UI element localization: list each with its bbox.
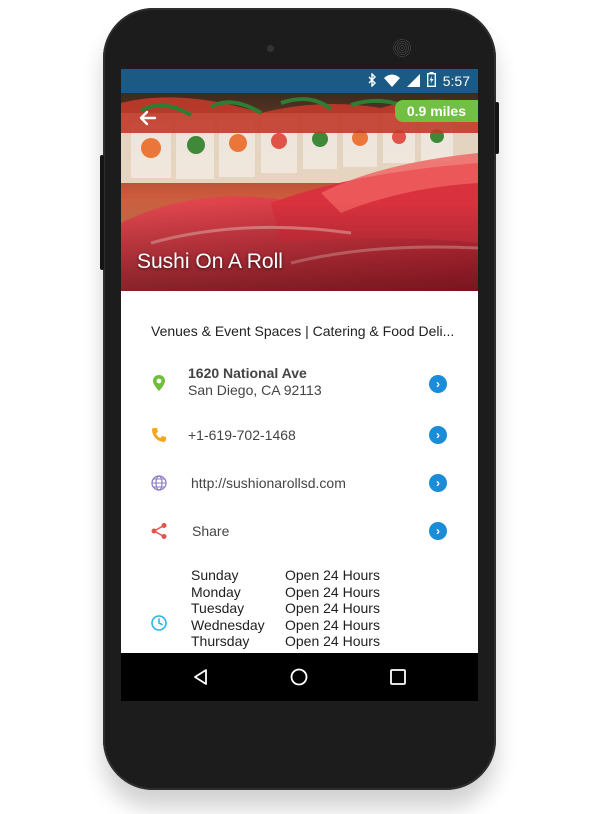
share-icon (149, 521, 169, 541)
categories-text: Venues & Event Spaces | Catering & Food … (151, 323, 455, 339)
back-triangle-icon[interactable] (191, 667, 211, 687)
hours-row-item: Wednesday Open 24 Hours (191, 617, 380, 634)
wifi-icon (383, 72, 400, 91)
globe-icon (149, 473, 169, 493)
earpiece-speaker (392, 38, 412, 58)
share-row[interactable]: Share › (121, 519, 478, 543)
hours-day: Monday (191, 583, 241, 600)
hours-time: Open 24 Hours (285, 583, 380, 600)
hours-day: Thursday (191, 633, 250, 649)
hours-day: Sunday (191, 567, 239, 583)
bluetooth-icon (368, 71, 377, 91)
hours-day: Wednesday (191, 616, 265, 633)
signal-icon (406, 72, 420, 91)
android-nav-bar (121, 653, 478, 701)
hours-day: Tuesday (191, 600, 245, 616)
share-label: Share (192, 523, 230, 539)
hours-time: Open 24 Hours (285, 567, 380, 583)
hours-row-item: Monday Open 24 Hours (191, 584, 380, 601)
website-link[interactable]: http://sushionarollsd.com (191, 475, 346, 491)
address-row[interactable]: 1620 National Ave San Diego, CA 92113 › (121, 365, 478, 405)
share-chevron-icon[interactable]: › (429, 522, 447, 540)
power-button (495, 102, 499, 154)
hours-row-item: Thursday Open 24 Hours (191, 633, 380, 650)
address-line1: 1620 National Ave (188, 365, 307, 381)
phone-chevron-icon[interactable]: › (429, 426, 447, 444)
website-row[interactable]: http://sushionarollsd.com › (121, 471, 478, 495)
hours-time: Open 24 Hours (285, 616, 380, 633)
home-circle-icon[interactable] (289, 667, 309, 687)
address-line2: San Diego, CA 92113 (188, 382, 322, 398)
volume-button (100, 155, 104, 270)
details-panel: Venues & Event Spaces | Catering & Food … (121, 291, 478, 653)
hero-image: 0.9 miles Sushi On A Roll (121, 93, 478, 291)
opening-hours: Sunday Open 24 Hours Monday Open 24 Hours … (191, 567, 380, 650)
phone-icon (149, 425, 169, 445)
distance-badge: 0.9 miles (394, 100, 478, 122)
front-camera (267, 45, 274, 52)
location-pin-icon (149, 373, 169, 393)
hours-time: Open 24 Hours (285, 633, 380, 649)
recents-square-icon[interactable] (388, 667, 408, 687)
hours-time: Open 24 Hours (285, 600, 380, 616)
phone-row[interactable]: +1-619-702-1468 › (121, 423, 478, 447)
hours-row-item: Sunday Open 24 Hours (191, 567, 380, 584)
status-time: 5:57 (442, 73, 470, 89)
website-chevron-icon[interactable]: › (429, 474, 447, 492)
venue-title: Sushi On A Roll (137, 250, 283, 273)
hours-row-item: Tuesday Open 24 Hours (191, 600, 380, 617)
battery-icon (426, 71, 436, 91)
clock-icon (149, 613, 169, 633)
screen: 5:57 0.9 miles Sushi On A Roll Venues & … (121, 69, 478, 701)
status-bar: 5:57 (121, 69, 478, 93)
phone-number: +1-619-702-1468 (188, 427, 296, 443)
address-chevron-icon[interactable]: › (429, 375, 447, 393)
back-arrow-icon[interactable] (135, 105, 161, 131)
